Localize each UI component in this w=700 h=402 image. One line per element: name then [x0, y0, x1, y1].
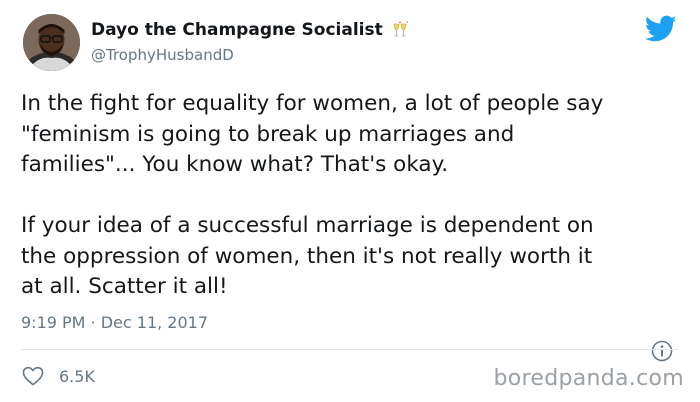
- divider: [21, 349, 678, 350]
- tweet-paragraph-1: In the fight for equality for women, a l…: [21, 91, 604, 177]
- like-count: 6.5K: [59, 366, 95, 386]
- tweet-paragraph-2: If your idea of a successful marriage is…: [21, 213, 594, 299]
- tweet-card: Dayo the Champagne Socialist @TrophyHusb…: [0, 0, 700, 402]
- twitter-bird-icon[interactable]: [645, 15, 677, 43]
- tweet-text: In the fight for equality for women, a l…: [21, 89, 686, 303]
- avatar-image: [23, 14, 80, 71]
- info-icon[interactable]: [651, 340, 673, 362]
- author-display-name[interactable]: Dayo the Champagne Socialist: [91, 20, 410, 40]
- author-handle[interactable]: @TrophyHusbandD: [91, 46, 234, 64]
- tweet-timestamp[interactable]: 9:19 PM · Dec 11, 2017: [21, 313, 208, 332]
- like-button[interactable]: 6.5K: [22, 366, 95, 386]
- avatar[interactable]: [23, 14, 80, 71]
- champagne-glasses-icon: [393, 21, 408, 37]
- heart-icon: [22, 366, 44, 386]
- boredpanda-watermark: boredpanda.com: [493, 366, 684, 391]
- display-name-text: Dayo the Champagne Socialist: [91, 20, 383, 40]
